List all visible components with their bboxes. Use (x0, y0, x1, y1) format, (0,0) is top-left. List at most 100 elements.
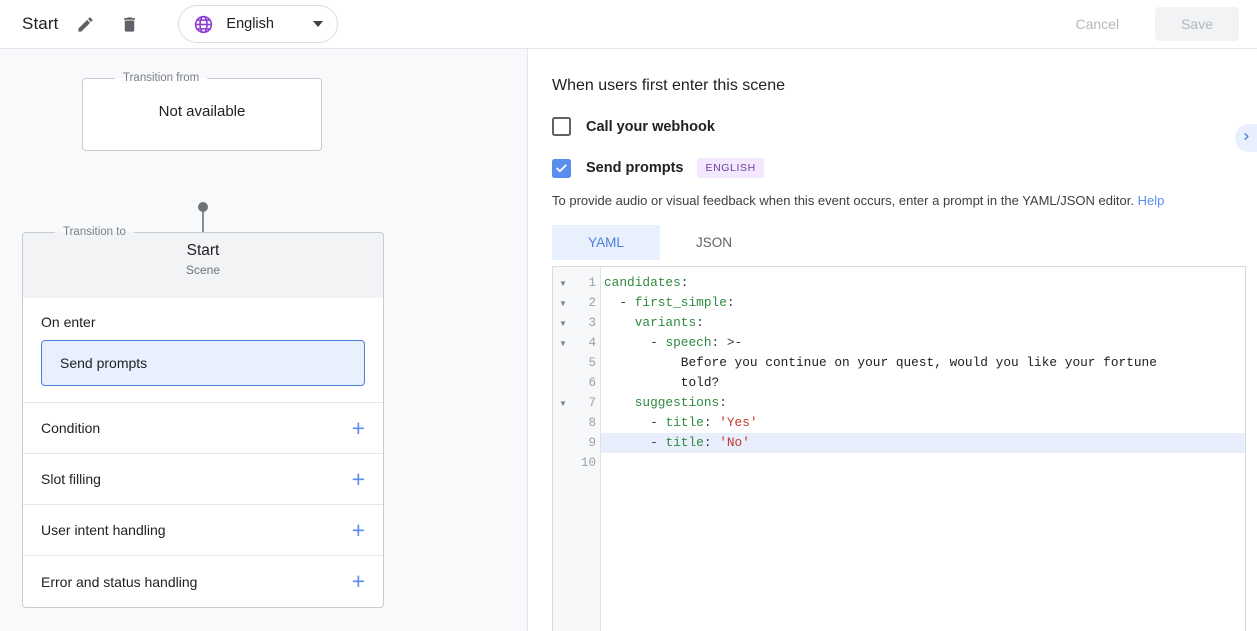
line-number: 10 (573, 453, 600, 473)
transition-from-value: Not available (83, 84, 321, 139)
code-line[interactable]: Before you continue on your quest, would… (601, 353, 1245, 373)
section-row[interactable]: Slot filling + (23, 454, 383, 505)
line-number: 7 (573, 393, 600, 413)
help-description-text: To provide audio or visual feedback when… (552, 193, 1134, 208)
edit-name-button[interactable] (68, 7, 102, 41)
section-row-label: Condition (41, 420, 100, 436)
code-token: : >- (712, 335, 743, 350)
code-token (604, 395, 635, 410)
code-token: variants (635, 315, 696, 330)
code-token: title (665, 415, 703, 430)
code-line[interactable]: suggestions: (601, 393, 1245, 413)
line-number: 5 (573, 353, 600, 373)
transition-to-body: Start Scene (23, 238, 383, 277)
transition-from-card: Transition from Not available (82, 72, 322, 151)
code-token: : (696, 315, 704, 330)
call-webhook-checkbox[interactable] (552, 117, 571, 136)
language-label: English (226, 16, 295, 32)
code-line[interactable]: - speech: >- (601, 333, 1245, 353)
code-line[interactable] (601, 453, 1245, 473)
section-row[interactable]: Condition + (23, 403, 383, 454)
call-webhook-label: Call your webhook (586, 119, 715, 135)
editor-code-area[interactable]: candidates: - first_simple: variants: - … (601, 267, 1245, 631)
code-token: title (665, 435, 703, 450)
section-row[interactable]: Error and status handling + (23, 556, 383, 607)
transition-from-legend: Transition from (115, 72, 207, 84)
fold-spacer (553, 373, 573, 393)
fold-toggle-icon[interactable]: ▼ (553, 333, 573, 353)
fold-spacer (553, 433, 573, 453)
save-button[interactable]: Save (1155, 7, 1239, 41)
send-prompts-checkbox[interactable] (552, 159, 571, 178)
globe-icon (193, 14, 214, 35)
code-token: : (704, 415, 719, 430)
topbar-actions: Cancel Save (1057, 7, 1257, 41)
code-token: - (604, 435, 665, 450)
fold-toggle-icon[interactable]: ▼ (553, 393, 573, 413)
tab-json[interactable]: JSON (660, 225, 768, 260)
add-icon[interactable]: + (352, 468, 365, 491)
line-number: 8 (573, 413, 600, 433)
code-line[interactable]: - title: 'No' (601, 433, 1245, 453)
event-config-panel: When users first enter this scene Call y… (529, 49, 1257, 631)
editor-fold-column: ▼▼▼▼▼ (553, 267, 573, 631)
code-token: - (604, 295, 635, 310)
on-enter-item-send-prompts[interactable]: Send prompts (41, 340, 365, 386)
code-line[interactable]: - first_simple: (601, 293, 1245, 313)
send-prompts-label: Send prompts (586, 160, 683, 176)
code-token: 'No' (719, 435, 750, 450)
code-token (604, 315, 635, 330)
send-prompts-row[interactable]: Send prompts ENGLISH (552, 158, 1257, 178)
call-webhook-row[interactable]: Call your webhook (552, 117, 1257, 136)
top-app-bar: Start English Cancel Sa (0, 0, 1257, 49)
cancel-button[interactable]: Cancel (1057, 7, 1137, 41)
on-enter-label: On enter (41, 314, 365, 330)
add-icon[interactable]: + (352, 519, 365, 542)
code-token: - (604, 335, 665, 350)
editor-format-tabs: YAML JSON (552, 225, 1257, 260)
code-token: 'Yes' (719, 415, 757, 430)
fold-spacer (553, 353, 573, 373)
code-editor[interactable]: ▼▼▼▼▼ 12345678910 candidates: - first_si… (552, 266, 1246, 631)
code-token: Before you continue on your quest, would… (604, 355, 1157, 370)
line-number: 9 (573, 433, 600, 453)
section-row[interactable]: User intent handling+ (23, 505, 383, 556)
fold-toggle-icon[interactable]: ▼ (553, 273, 573, 293)
section-row-label: Error and status handling (41, 574, 197, 590)
fold-toggle-icon[interactable]: ▼ (553, 313, 573, 333)
section-row-label: Slot filling (41, 471, 101, 487)
line-number: 1 (573, 273, 600, 293)
code-token: : (727, 295, 735, 310)
code-token: - (604, 415, 665, 430)
line-number: 2 (573, 293, 600, 313)
fold-spacer (553, 453, 573, 473)
code-line[interactable]: told? (601, 373, 1245, 393)
delete-button[interactable] (112, 7, 146, 41)
code-line[interactable]: candidates: (601, 273, 1245, 293)
check-icon (555, 162, 568, 175)
panel-title: When users first enter this scene (552, 77, 1257, 95)
on-enter-section: On enter Send prompts (23, 298, 383, 403)
page-title: Start (22, 14, 58, 34)
fold-spacer (553, 413, 573, 433)
line-number: 6 (573, 373, 600, 393)
add-icon[interactable]: + (352, 570, 365, 593)
language-select[interactable]: English (178, 5, 338, 43)
code-line[interactable]: - title: 'Yes' (601, 413, 1245, 433)
code-line[interactable]: variants: (601, 313, 1245, 333)
pencil-icon (76, 15, 95, 34)
transition-to-legend: Transition to (55, 226, 134, 238)
trash-icon (120, 15, 139, 34)
tab-yaml[interactable]: YAML (552, 225, 660, 260)
chevron-right-icon (1241, 129, 1252, 147)
help-link[interactable]: Help (1138, 193, 1165, 208)
section-rows: Condition+Slot filling+User intent handl… (23, 403, 383, 607)
fold-toggle-icon[interactable]: ▼ (553, 293, 573, 313)
expand-panel-button[interactable] (1235, 124, 1257, 152)
code-token: : (719, 395, 727, 410)
code-token: : (704, 435, 719, 450)
add-icon[interactable]: + (352, 417, 365, 440)
scene-flow-panel: Transition from Not available Transition… (0, 49, 528, 631)
code-token: : (681, 275, 689, 290)
code-token: suggestions (635, 395, 719, 410)
